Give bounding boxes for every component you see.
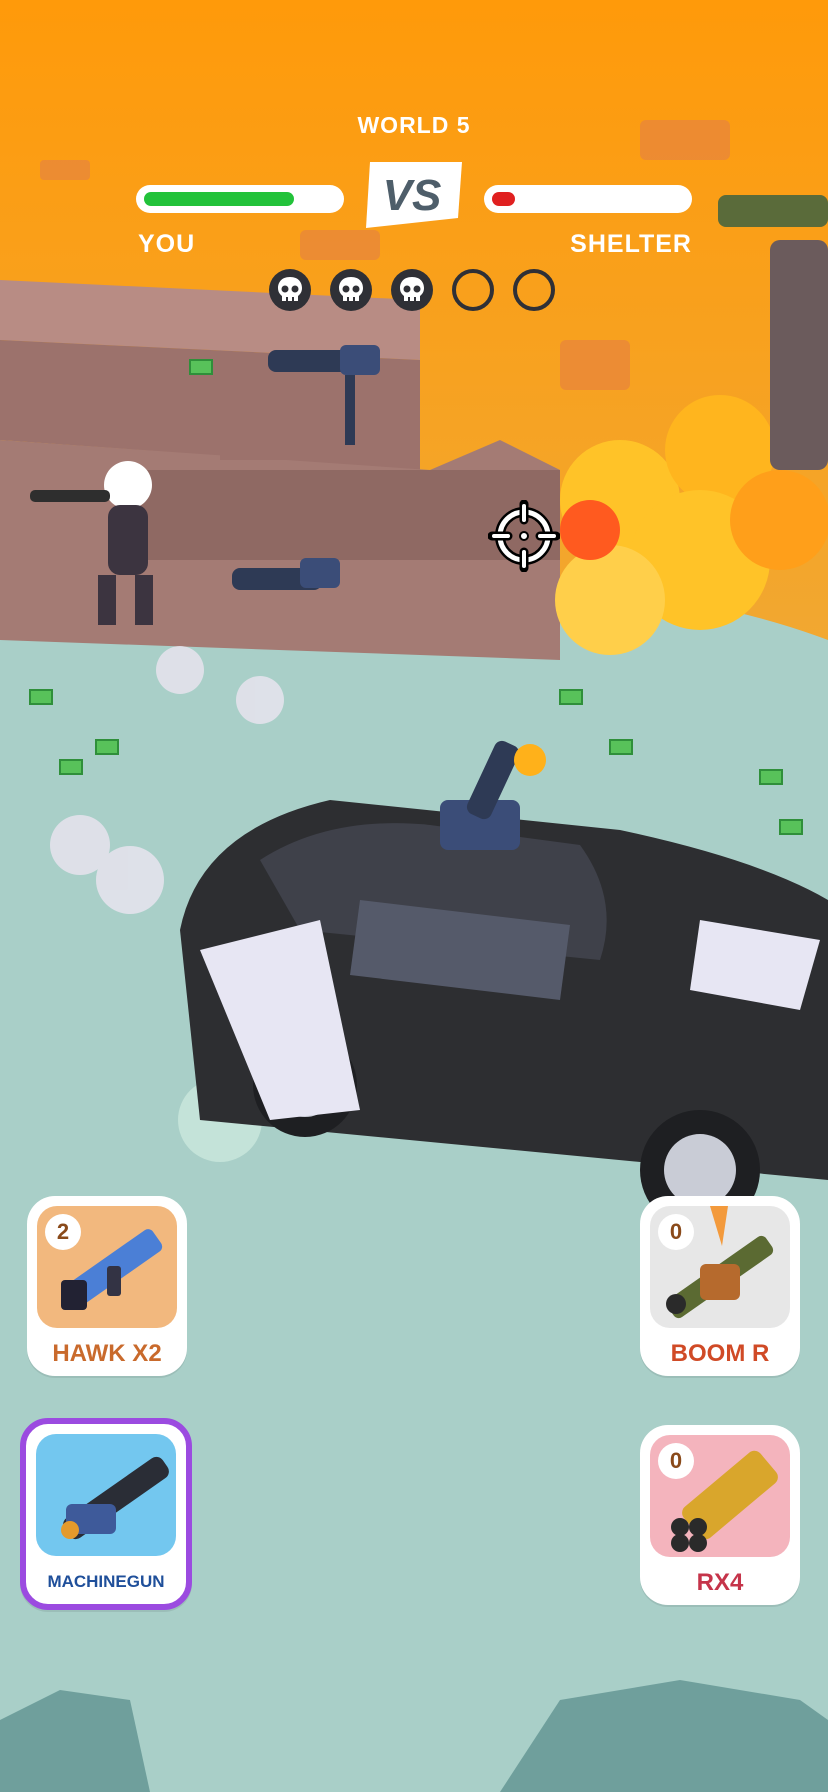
weapon-card-machinegun[interactable]: MACHINEGUN <box>20 1418 192 1610</box>
skull-icon <box>391 269 433 311</box>
empty-kill-slot-icon <box>513 269 555 311</box>
weapon-thumb <box>36 1434 176 1556</box>
weapon-count: 2 <box>45 1214 81 1250</box>
player-health-bar <box>136 185 344 213</box>
enemy-label: SHELTER <box>570 230 692 258</box>
weapon-card-rx4[interactable]: 0 RX4 <box>640 1425 800 1605</box>
weapon-card-hawk[interactable]: 2 HAWK X2 <box>27 1196 187 1376</box>
enemy-health-bar <box>484 185 692 213</box>
weapon-name: RX4 <box>696 1569 744 1596</box>
weapon-count: 0 <box>658 1443 694 1479</box>
kill-counter <box>268 268 556 312</box>
world-label: WORLD 5 <box>357 112 471 138</box>
player-health-fill <box>144 192 294 206</box>
enemy-health-fill <box>492 192 516 206</box>
weapon-count: 0 <box>658 1214 694 1250</box>
weapon-name: BOOM R <box>670 1340 770 1367</box>
skull-icon <box>269 269 311 311</box>
weapon-name: MACHINEGUN <box>47 1572 165 1591</box>
vs-label: VS <box>383 171 442 220</box>
weapon-card-boom-r[interactable]: 0 BOOM R <box>640 1196 800 1376</box>
player-label: YOU <box>138 230 196 258</box>
hud: WORLD 5 VS YOU SHELTER <box>0 0 828 330</box>
empty-kill-slot-icon <box>452 269 494 311</box>
skull-icon <box>330 269 372 311</box>
machinegun-icon <box>61 1456 169 1540</box>
vs-badge: VS <box>366 162 462 228</box>
weapon-name: HAWK X2 <box>52 1340 162 1367</box>
crosshair-icon <box>488 500 560 572</box>
